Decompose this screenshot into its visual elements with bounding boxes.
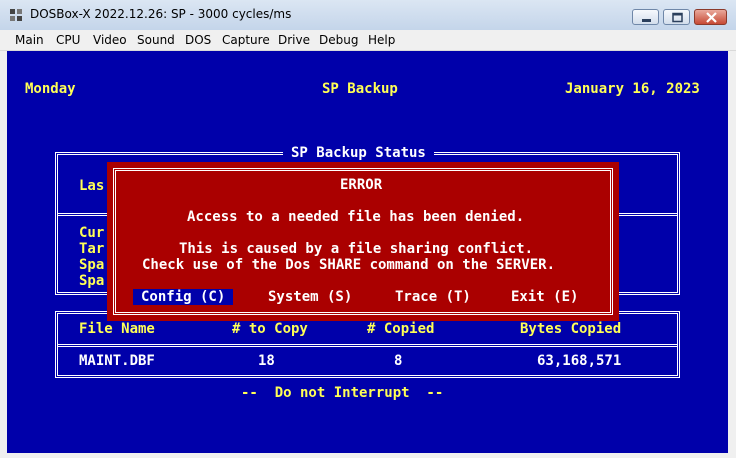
column-copied: # Copied [367, 321, 435, 337]
close-icon [706, 12, 717, 23]
title-bar: DOSBox-X 2022.12.26: SP - 3000 cycles/ms [0, 0, 736, 31]
status-row-current: Cur [79, 225, 105, 241]
column-to-copy: # to Copy [232, 321, 308, 337]
menu-dos[interactable]: DOS [185, 33, 211, 47]
header-day: Monday [25, 81, 76, 97]
status-panel-title: SP Backup Status [283, 145, 434, 161]
menu-sound[interactable]: Sound [137, 33, 175, 47]
dos-screen[interactable]: Monday SP Backup January 16, 2023 SP Bac… [7, 51, 728, 453]
error-detail-line1: This is caused by a file sharing conflic… [179, 241, 534, 257]
window-title: DOSBox-X 2022.12.26: SP - 3000 cycles/ms [30, 7, 292, 21]
close-button[interactable] [694, 9, 727, 25]
status-row-last: Las [79, 178, 105, 194]
system-option[interactable]: System (S) [268, 289, 352, 305]
status-row-target: Tar [79, 241, 105, 257]
minimize-icon [642, 19, 651, 22]
menu-main[interactable]: Main [15, 33, 44, 47]
minimize-button[interactable] [632, 9, 659, 25]
config-option[interactable]: Config (C) [133, 289, 234, 305]
do-not-interrupt-notice: -- Do not Interrupt -- [241, 385, 444, 401]
column-bytes-copied: Bytes Copied [520, 321, 622, 337]
error-dialog: ERROR Access to a needed file has been d… [107, 162, 619, 321]
menu-capture[interactable]: Capture [222, 33, 270, 47]
menu-bar: Main CPU Video Sound DOS Capture Drive D… [0, 30, 736, 51]
cell-file-name: MAINT.DBF [79, 353, 155, 369]
status-row-space-2: Spa [79, 273, 105, 289]
menu-video[interactable]: Video [93, 33, 127, 47]
trace-option[interactable]: Trace (T) [395, 289, 471, 305]
maximize-icon [672, 12, 683, 23]
error-message: Access to a needed file has been denied. [187, 209, 525, 225]
header-date: January 16, 2023 [565, 81, 700, 97]
dosbox-icon [10, 9, 22, 21]
menu-cpu[interactable]: CPU [56, 33, 80, 47]
cell-copied: 8 [394, 353, 403, 369]
header-app-name: SP Backup [322, 81, 398, 97]
status-row-space-1: Spa [79, 257, 105, 273]
exit-option[interactable]: Exit (E) [511, 289, 578, 305]
menu-help[interactable]: Help [368, 33, 395, 47]
error-title: ERROR [340, 177, 383, 193]
cell-bytes-copied: 63,168,571 [537, 353, 622, 369]
file-table-divider [58, 344, 677, 347]
cell-to-copy: 18 [258, 353, 275, 369]
menu-debug[interactable]: Debug [319, 33, 358, 47]
error-detail-line2: Check use of the Dos SHARE command on th… [142, 257, 556, 273]
column-file-name: File Name [79, 321, 155, 337]
maximize-button[interactable] [663, 9, 690, 25]
menu-drive[interactable]: Drive [278, 33, 310, 47]
